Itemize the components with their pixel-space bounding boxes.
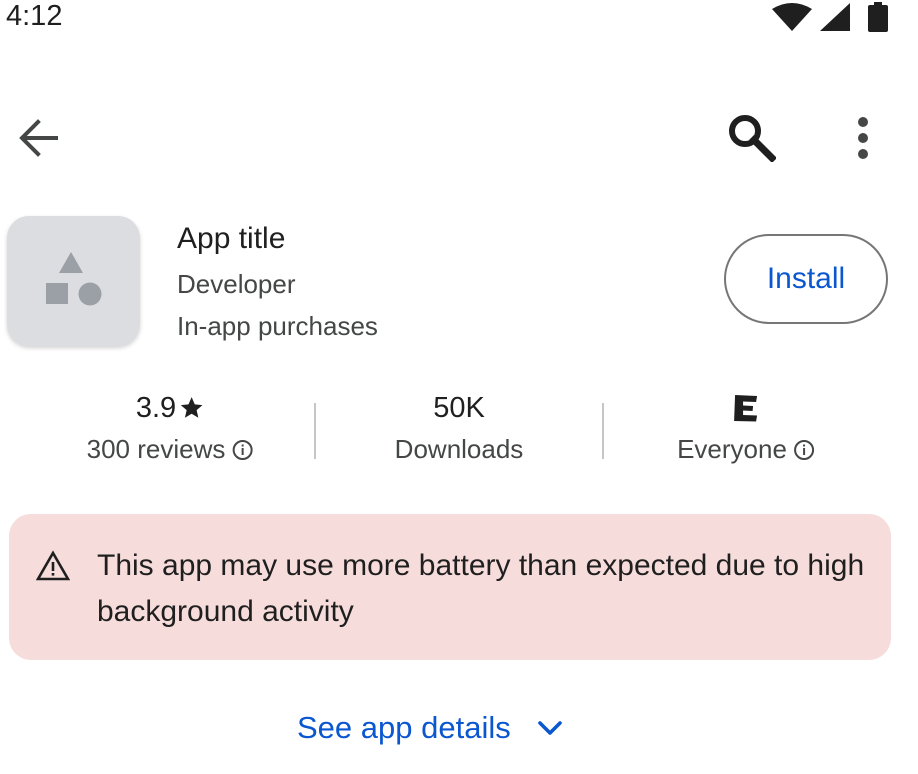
downloads-stat: 50K Downloads xyxy=(395,388,524,465)
warning-triangle-icon xyxy=(36,550,70,581)
esrb-everyone-icon xyxy=(734,395,757,422)
see-app-details-label: See app details xyxy=(297,710,511,745)
back-button[interactable] xyxy=(10,110,66,166)
app-title: App title xyxy=(177,222,286,255)
content-rating-label: Everyone xyxy=(677,434,787,464)
app-placeholder-shapes-icon xyxy=(46,252,102,306)
wifi-icon xyxy=(772,3,812,36)
cellular-signal-icon xyxy=(820,3,850,36)
info-icon xyxy=(232,439,253,460)
search-icon xyxy=(729,115,776,162)
downloads-label: Downloads xyxy=(394,434,524,464)
reviews-count: 300 reviews xyxy=(86,434,226,464)
chevron-down-icon xyxy=(537,721,562,735)
more-vert-icon xyxy=(858,117,868,159)
rating-value: 3.9 xyxy=(135,391,177,424)
app-icon xyxy=(7,216,140,346)
search-button[interactable] xyxy=(722,108,780,166)
status-time: 4:12 xyxy=(6,0,63,32)
see-app-details-button[interactable]: See app details xyxy=(297,710,563,746)
content-rating-stat[interactable]: Everyone xyxy=(677,388,815,465)
downloads-value: 50K xyxy=(433,391,485,424)
stats-divider xyxy=(314,403,316,459)
battery-icon xyxy=(868,2,888,37)
install-button[interactable]: Install xyxy=(724,234,888,324)
warning-message: This app may use more battery than expec… xyxy=(97,549,865,628)
status-icons xyxy=(772,2,888,37)
stats-divider xyxy=(602,403,604,459)
info-icon xyxy=(793,439,814,460)
star-icon xyxy=(180,397,202,418)
rating-stat[interactable]: 3.9 300 reviews xyxy=(87,388,254,465)
in-app-purchases-label: In-app purchases xyxy=(177,311,378,341)
app-developer-link[interactable]: Developer xyxy=(177,269,296,300)
back-arrow-icon xyxy=(19,119,58,157)
more-options-button[interactable] xyxy=(840,110,886,166)
